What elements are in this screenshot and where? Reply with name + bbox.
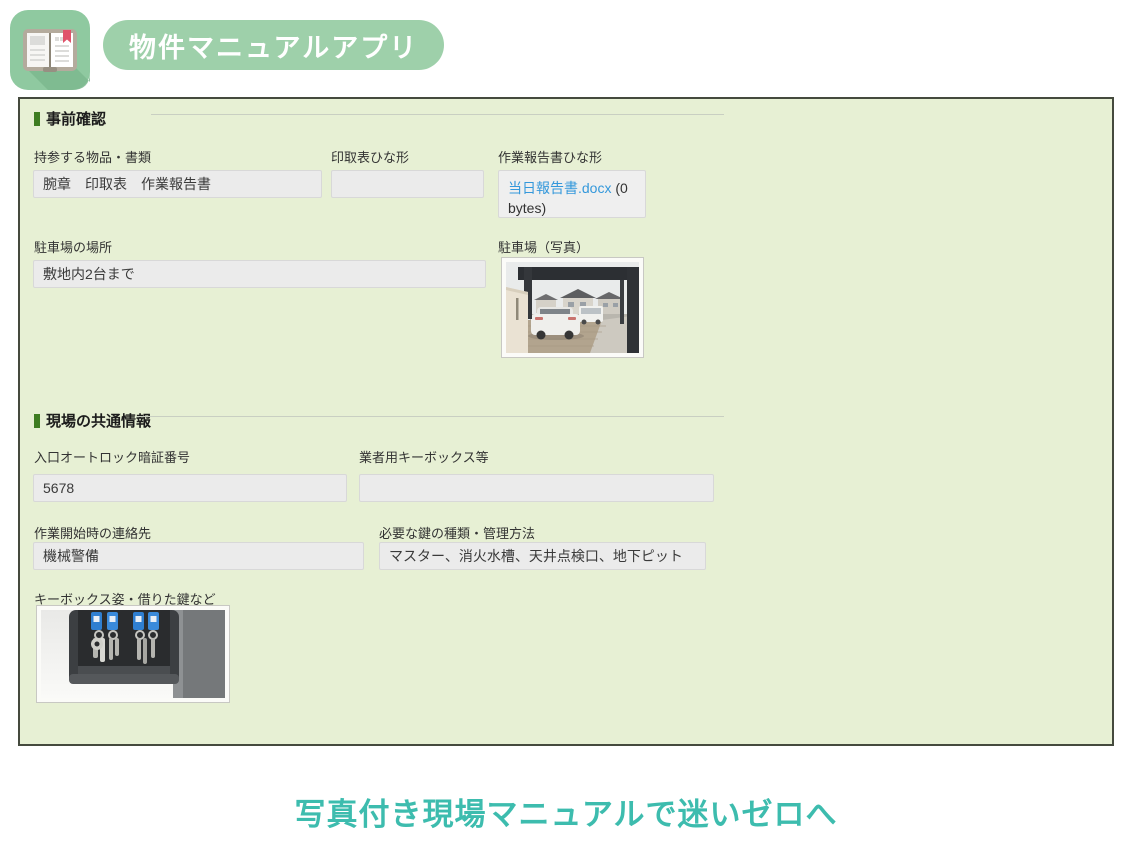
section-title-precheck: 事前確認 — [46, 108, 106, 129]
work-start-contact-input[interactable] — [33, 542, 364, 570]
contractor-keybox-input[interactable] — [359, 474, 714, 502]
field-label-entrance-autolock-pin: 入口オートロック暗証番号 — [34, 447, 190, 466]
page: 物件マニュアルアプリ 事前確認 持参する物品・書類 印取表ひな形 作業報告書ひな… — [0, 0, 1132, 844]
open-book-icon — [10, 10, 90, 90]
field-label-seal-sheet-template: 印取表ひな形 — [331, 147, 409, 166]
app-title-pill: 物件マニュアルアプリ — [103, 20, 444, 70]
parking-photo[interactable] — [501, 257, 644, 358]
seal-sheet-template-input[interactable] — [331, 170, 484, 198]
required-keys-input[interactable] — [379, 542, 706, 570]
section-bullet — [34, 112, 40, 126]
tagline: 写真付き現場マニュアルで迷いゼロへ — [0, 789, 1132, 834]
app-title: 物件マニュアルアプリ — [129, 26, 418, 65]
field-label-required-keys: 必要な鍵の種類・管理方法 — [379, 523, 535, 542]
field-label-bring-items: 持参する物品・書類 — [34, 147, 151, 166]
work-report-file-link[interactable]: 当日報告書.docx — [508, 180, 611, 196]
field-label-work-start-contact: 作業開始時の連絡先 — [34, 523, 151, 542]
field-label-parking-location: 駐車場の場所 — [34, 237, 112, 256]
entrance-autolock-pin-input[interactable] — [33, 474, 347, 502]
field-label-contractor-keybox: 業者用キーボックス等 — [359, 447, 489, 466]
work-report-file-box: 当日報告書.docx (0 bytes) — [498, 170, 646, 218]
manual-panel: 事前確認 持参する物品・書類 印取表ひな形 作業報告書ひな形 当日報告書.doc… — [18, 97, 1114, 746]
keybox-photo[interactable] — [36, 605, 230, 703]
section-bullet — [34, 414, 40, 428]
section-divider — [137, 416, 724, 417]
field-label-work-report-template: 作業報告書ひな形 — [498, 147, 602, 166]
parking-location-input[interactable] — [33, 260, 486, 288]
section-title-site-info: 現場の共通情報 — [46, 410, 151, 431]
section-divider — [151, 114, 724, 115]
field-label-parking-photo: 駐車場（写真） — [498, 237, 589, 256]
bring-items-input[interactable] — [33, 170, 322, 198]
